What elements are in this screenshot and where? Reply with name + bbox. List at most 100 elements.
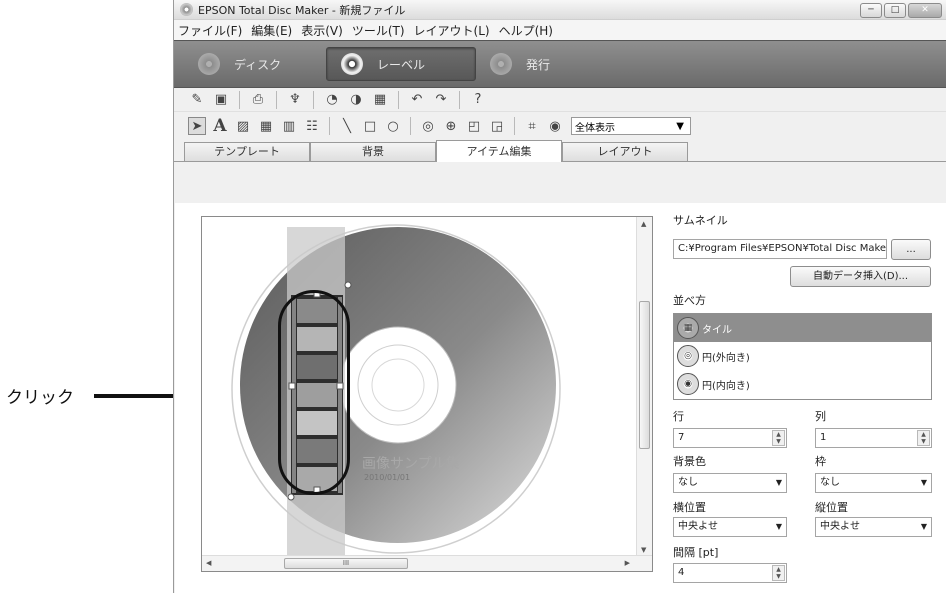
disc-copy-icon[interactable]: ◑	[347, 91, 365, 109]
title-bar: EPSON Total Disc Maker - 新規ファイル ─ □ ✕	[174, 0, 946, 20]
menu-layout[interactable]: レイアウト(L)	[414, 22, 490, 39]
chevron-down-icon: ▼	[775, 522, 782, 531]
rectangle-tool-icon[interactable]: □	[361, 117, 379, 135]
mode-bar: ディスク レーベル 発行	[174, 40, 946, 88]
close-button[interactable]: ✕	[908, 3, 942, 18]
disc-title-text[interactable]: 画像サンプル集	[362, 453, 460, 473]
stepper-arrows-icon[interactable]: ▲ ▼	[772, 430, 785, 446]
cols-stepper[interactable]: 1 ▲ ▼	[815, 428, 932, 448]
line-tool-icon[interactable]: ╲	[338, 117, 356, 135]
menu-help[interactable]: ヘルプ(H)	[499, 22, 553, 39]
toolbar-separator	[313, 90, 314, 109]
chevron-down-icon: ▼	[920, 478, 927, 487]
h-position-select[interactable]: 中央よせ ▼	[673, 517, 787, 537]
arrange-option-label: 円(内向き)	[702, 380, 750, 392]
send-back-icon[interactable]: ◲	[488, 117, 506, 135]
tab-background[interactable]: 背景	[310, 142, 436, 161]
thumbnail-label: サムネイル	[673, 214, 728, 227]
v-position-label: 縦位置	[815, 501, 848, 514]
arrange-option-circle-out[interactable]: ◎ 円(外向き)	[674, 342, 931, 370]
thumbnail-path-field[interactable]: C:¥Program Files¥EPSON¥Total Disc Maker¥…	[673, 239, 887, 259]
rows-value: 7	[678, 432, 685, 443]
mode-disc[interactable]: ディスク	[184, 47, 326, 81]
toolbar-separator	[239, 90, 240, 109]
window-title: EPSON Total Disc Maker - 新規ファイル	[198, 3, 406, 17]
frame-value: なし	[820, 477, 840, 488]
toolbar-separator	[514, 117, 515, 135]
arrange-option-circle-in[interactable]: ◉ 円(内向き)	[674, 370, 931, 398]
help-icon[interactable]: ?	[469, 91, 487, 109]
spacing-stepper[interactable]: 4 ▲ ▼	[673, 563, 787, 583]
ellipse-tool-icon[interactable]: ○	[384, 117, 402, 135]
app-window: EPSON Total Disc Maker - 新規ファイル ─ □ ✕ ファ…	[173, 0, 946, 593]
canvas-vertical-scrollbar[interactable]: ▲ ▼	[636, 217, 652, 557]
crop-icon[interactable]: ⌗	[523, 117, 541, 135]
label-canvas[interactable]: 画像サンプル集 2010/01/01 ▲ ▼ ◀ III ▶	[201, 216, 653, 572]
frame-select[interactable]: なし ▼	[815, 473, 932, 493]
zoom-select[interactable]: 全体表示 ▼	[571, 117, 691, 135]
horizontal-scroll-thumb[interactable]: III	[284, 558, 408, 569]
print-icon[interactable]: ⎙	[249, 91, 267, 109]
align-center-icon[interactable]: ⊕	[442, 117, 460, 135]
menu-view[interactable]: 表示(V)	[301, 22, 343, 39]
canvas-horizontal-scrollbar[interactable]: ◀ III ▶	[202, 555, 652, 571]
vertical-scroll-thumb[interactable]	[639, 301, 650, 449]
mode-publish[interactable]: 発行	[476, 47, 618, 81]
bg-color-value: なし	[678, 477, 698, 488]
disc-settings-icon[interactable]: ◔	[323, 91, 341, 109]
scroll-up-icon[interactable]: ▲	[641, 220, 646, 228]
save-icon[interactable]: ▣	[212, 91, 230, 109]
label-mode-icon	[341, 53, 363, 75]
merge-icon[interactable]: ▦	[371, 91, 389, 109]
scroll-down-icon[interactable]: ▼	[641, 546, 646, 554]
redo-icon[interactable]: ↷	[432, 91, 450, 109]
arrange-option-tile[interactable]: ▦ タイル	[674, 314, 931, 342]
list-tool-icon[interactable]: ☷	[303, 117, 321, 135]
menu-edit[interactable]: 編集(E)	[251, 22, 292, 39]
stepper-arrows-icon[interactable]: ▲ ▼	[917, 430, 930, 446]
app-disc-icon	[180, 3, 193, 16]
scroll-left-icon[interactable]: ◀	[206, 559, 211, 567]
arc-text-tool-icon[interactable]: ◎	[419, 117, 437, 135]
arrange-listbox[interactable]: ▦ タイル ◎ 円(外向き) ◉ 円(内向き)	[673, 313, 932, 400]
text-tool-icon[interactable]: A	[211, 116, 229, 136]
stepper-arrows-icon[interactable]: ▲ ▼	[772, 565, 785, 581]
disc-date-text[interactable]: 2010/01/01	[364, 473, 410, 482]
auto-data-insert-button[interactable]: 自動データ挿入(D)...	[790, 266, 931, 287]
mode-label[interactable]: レーベル	[326, 47, 476, 81]
browse-button[interactable]: ...	[891, 239, 931, 260]
toolbar-separator	[398, 90, 399, 109]
image-tool-icon[interactable]: ▨	[234, 117, 252, 135]
zoom-disc-icon[interactable]: ◉	[546, 117, 564, 135]
menu-tools[interactable]: ツール(T)	[352, 22, 405, 39]
mode-label-label: レーベル	[377, 57, 426, 72]
barcode-tool-icon[interactable]: ▥	[280, 117, 298, 135]
select-pointer-icon[interactable]: ➤	[188, 117, 206, 135]
arrange-label: 並べ方	[673, 294, 706, 307]
scroll-right-icon[interactable]: ▶	[625, 559, 630, 567]
rows-stepper[interactable]: 7 ▲ ▼	[673, 428, 787, 448]
image-grid-tool-icon[interactable]: ▦	[257, 117, 275, 135]
undo-icon[interactable]: ↶	[408, 91, 426, 109]
h-position-value: 中央よせ	[678, 521, 718, 532]
rows-label: 行	[673, 410, 684, 423]
minimize-button[interactable]: ─	[860, 3, 882, 18]
chevron-down-icon: ▼	[920, 522, 927, 531]
circle-outward-icon: ◎	[677, 345, 699, 367]
tab-item-edit[interactable]: アイテム編集	[436, 140, 562, 162]
tab-template[interactable]: テンプレート	[184, 142, 310, 161]
bg-color-select[interactable]: なし ▼	[673, 473, 787, 493]
callout-ring	[278, 290, 350, 495]
arrange-option-label: 円(外向き)	[702, 352, 750, 364]
circle-inward-icon: ◉	[677, 373, 699, 395]
bring-front-icon[interactable]: ◰	[465, 117, 483, 135]
menu-bar: ファイル(F) 編集(E) 表示(V) ツール(T) レイアウト(L) ヘルプ(…	[174, 20, 946, 40]
v-position-select[interactable]: 中央よせ ▼	[815, 517, 932, 537]
arrange-option-label: タイル	[702, 324, 732, 336]
properties-icon[interactable]: ♆	[286, 91, 304, 109]
toolbar-separator	[410, 117, 411, 135]
tab-layout[interactable]: レイアウト	[562, 142, 688, 161]
menu-file[interactable]: ファイル(F)	[178, 22, 242, 39]
new-file-icon[interactable]: ✎	[188, 91, 206, 109]
maximize-button[interactable]: □	[884, 3, 906, 18]
